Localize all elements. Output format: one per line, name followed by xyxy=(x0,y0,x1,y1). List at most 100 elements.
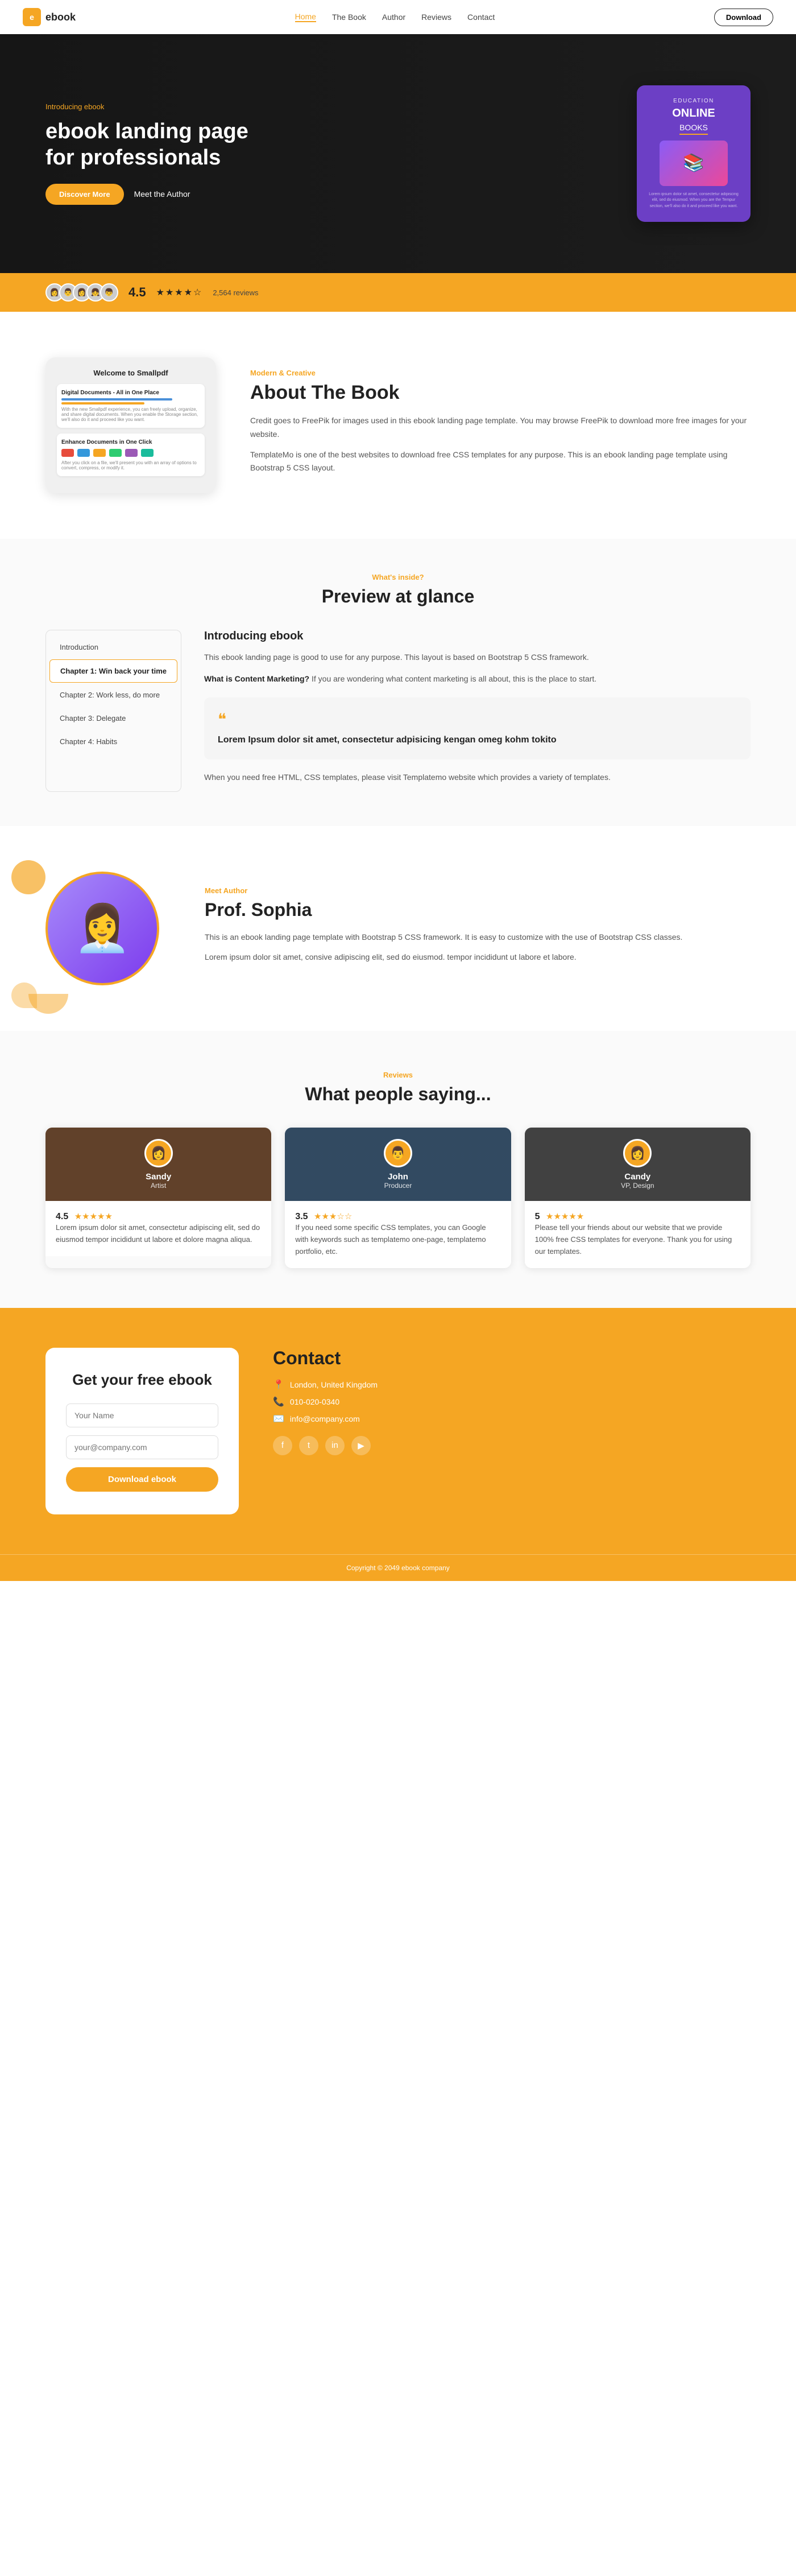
quote-icon: ❝ xyxy=(218,710,737,729)
cta-name-input[interactable] xyxy=(66,1403,218,1427)
reviews-tag: Reviews xyxy=(45,1071,751,1079)
table-of-contents: Introduction Chapter 1: Win back your ti… xyxy=(45,630,181,792)
author-section: 👩‍💼 Meet Author Prof. Sophia This is an … xyxy=(0,826,796,1031)
author-content: Meet Author Prof. Sophia This is an eboo… xyxy=(205,886,682,972)
preview-title: Preview at glance xyxy=(45,586,751,607)
review-card-2: 👨 John Producer 3.5 ★★★☆☆ If you need so… xyxy=(285,1128,511,1268)
contact-phone-text: 010-020-0340 xyxy=(290,1397,339,1406)
footer-text: Copyright © 2049 ebook company xyxy=(346,1564,450,1572)
nav-links: Home The Book Author Reviews Contact xyxy=(295,12,495,22)
toc-chapter4[interactable]: Chapter 4: Habits xyxy=(49,730,177,753)
ebook-title: ONLINEBOOKS xyxy=(646,106,741,135)
tablet-card-1: Digital Documents - All in One Place Wit… xyxy=(57,384,205,428)
cta-submit-button[interactable]: Download ebook xyxy=(66,1467,218,1492)
hero-right: EDUCATION ONLINEBOOKS 📚 Lorem ipsum dolo… xyxy=(637,85,751,222)
navbar: e ebook Home The Book Author Reviews Con… xyxy=(0,0,796,34)
meet-author-button[interactable]: Meet the Author xyxy=(134,189,190,199)
review-card-3-bottom: 5 ★★★★★ Please tell your friends about o… xyxy=(525,1201,751,1268)
rating-stars: ★★★★☆ xyxy=(156,287,203,298)
logo[interactable]: e ebook xyxy=(23,8,76,26)
discover-more-button[interactable]: Discover More xyxy=(45,184,124,205)
nav-link-book[interactable]: The Book xyxy=(332,13,366,22)
author-p1: This is an ebook landing page template w… xyxy=(205,931,682,944)
about-p2: TemplateMo is one of the best websites t… xyxy=(250,448,751,476)
toc-introduction[interactable]: Introduction xyxy=(49,636,177,658)
phone-icon: 📞 xyxy=(273,1396,284,1407)
review-text-1: Lorem ipsum dolor sit amet, consectetur … xyxy=(56,1222,261,1246)
preview-p1: This ebook landing page is good to use f… xyxy=(204,651,751,664)
nav-link-contact[interactable]: Contact xyxy=(467,13,495,22)
tablet-bar-2 xyxy=(61,402,144,404)
ebook-body-text: Lorem ipsum dolor sit amet, consectetur … xyxy=(646,192,741,210)
rating-reviews: 2,564 reviews xyxy=(213,288,258,297)
ebook-title-underline: BOOKS xyxy=(679,123,708,135)
social-twitter[interactable]: t xyxy=(299,1436,318,1455)
email-icon: ✉️ xyxy=(273,1413,284,1425)
cta-email-input[interactable] xyxy=(66,1435,218,1459)
preview-section: What's inside? Preview at glance Introdu… xyxy=(0,539,796,826)
nav-download-button[interactable]: Download xyxy=(714,9,773,26)
contact-section: Get your free ebook Download ebook Conta… xyxy=(0,1308,796,1554)
tablet-row-1: Digital Documents - All in One Place Wit… xyxy=(57,384,205,428)
preview-p3: When you need free HTML, CSS templates, … xyxy=(204,771,751,785)
nav-link-home[interactable]: Home xyxy=(295,12,316,22)
quote-box: ❝ Lorem Ipsum dolor sit amet, consectetu… xyxy=(204,697,751,759)
toc-chapter1[interactable]: Chapter 1: Win back your time xyxy=(49,659,177,683)
toc-chapter3[interactable]: Chapter 3: Delegate xyxy=(49,707,177,729)
review-stars-1: ★★★★★ xyxy=(74,1212,113,1221)
tablet-card-2: Enhance Documents in One Click After you… xyxy=(57,434,205,476)
tablet-row-2: Enhance Documents in One Click After you… xyxy=(57,434,205,476)
about-title: About The Book xyxy=(250,382,751,404)
preview-p2-text: If you are wondering what content market… xyxy=(312,674,596,683)
cta-box: Get your free ebook Download ebook xyxy=(45,1348,239,1514)
hero-title: ebook landing page for professionals xyxy=(45,119,262,171)
review-card-1-top: 👩 Sandy Artist xyxy=(45,1128,271,1201)
decor-half xyxy=(28,994,68,1014)
review-stars-2: ★★★☆☆ xyxy=(314,1212,352,1221)
tablet-bar-1 xyxy=(61,398,172,401)
rating-score: 4.5 xyxy=(128,285,146,300)
ratings-bar: 👩 👨 👩 👧 👦 4.5 ★★★★☆ 2,564 reviews xyxy=(0,273,796,312)
contact-email-text: info@company.com xyxy=(290,1414,360,1423)
social-facebook[interactable]: f xyxy=(273,1436,292,1455)
about-content: Modern & Creative About The Book Credit … xyxy=(250,369,751,482)
preview-strong: What is Content Marketing? xyxy=(204,674,309,683)
preview-p2: What is Content Marketing? If you are wo… xyxy=(204,672,751,686)
review-role-2: Producer xyxy=(384,1182,412,1190)
ebook-illustration: 📚 xyxy=(660,141,728,186)
location-icon: 📍 xyxy=(273,1379,284,1390)
contact-location-text: London, United Kingdom xyxy=(290,1380,378,1389)
review-name-1: Sandy xyxy=(146,1172,171,1182)
review-score-row-2: 3.5 ★★★☆☆ xyxy=(295,1211,500,1222)
tablet-card2-title: Enhance Documents in One Click xyxy=(61,439,200,445)
footer: Copyright © 2049 ebook company xyxy=(0,1554,796,1581)
nav-link-reviews[interactable]: Reviews xyxy=(421,13,451,22)
toc-chapter2[interactable]: Chapter 2: Work less, do more xyxy=(49,684,177,706)
review-card-1-bottom: 4.5 ★★★★★ Lorem ipsum dolor sit amet, co… xyxy=(45,1201,271,1256)
preview-layout: Introduction Chapter 1: Win back your ti… xyxy=(45,630,751,792)
about-section: Welcome to Smallpdf Digital Documents - … xyxy=(0,312,796,539)
contact-info: Contact 📍 London, United Kingdom 📞 010-0… xyxy=(273,1348,378,1514)
review-card-2-top: 👨 John Producer xyxy=(285,1128,511,1201)
review-score-row-1: 4.5 ★★★★★ xyxy=(56,1211,261,1222)
author-image-wrapper: 👩‍💼 xyxy=(45,872,171,985)
review-score-1: 4.5 xyxy=(56,1212,68,1221)
social-youtube[interactable]: ▶ xyxy=(351,1436,371,1455)
hero-content: Introducing ebook ebook landing page for… xyxy=(45,85,751,222)
nav-link-author[interactable]: Author xyxy=(382,13,405,22)
review-avatar-1: 👩 xyxy=(144,1139,173,1167)
author-p2: Lorem ipsum dolor sit amet, consive adip… xyxy=(205,951,682,964)
ebook-cover: EDUCATION ONLINEBOOKS 📚 Lorem ipsum dolo… xyxy=(637,85,751,222)
social-linkedin[interactable]: in xyxy=(325,1436,345,1455)
reviews-grid: 👩 Sandy Artist 4.5 ★★★★★ Lorem ipsum dol… xyxy=(45,1128,751,1268)
review-score-row-3: 5 ★★★★★ xyxy=(535,1211,740,1222)
preview-content: Introducing ebook This ebook landing pag… xyxy=(204,630,751,792)
hero-left: Introducing ebook ebook landing page for… xyxy=(45,102,262,204)
hero-buttons: Discover More Meet the Author xyxy=(45,184,262,205)
about-tag: Modern & Creative xyxy=(250,369,751,377)
review-name-2: John xyxy=(388,1172,408,1182)
ebook-tag: EDUCATION xyxy=(646,98,741,104)
color-blocks xyxy=(61,449,200,457)
reviews-title: What people saying... xyxy=(45,1084,751,1105)
review-card-1: 👩 Sandy Artist 4.5 ★★★★★ Lorem ipsum dol… xyxy=(45,1128,271,1268)
